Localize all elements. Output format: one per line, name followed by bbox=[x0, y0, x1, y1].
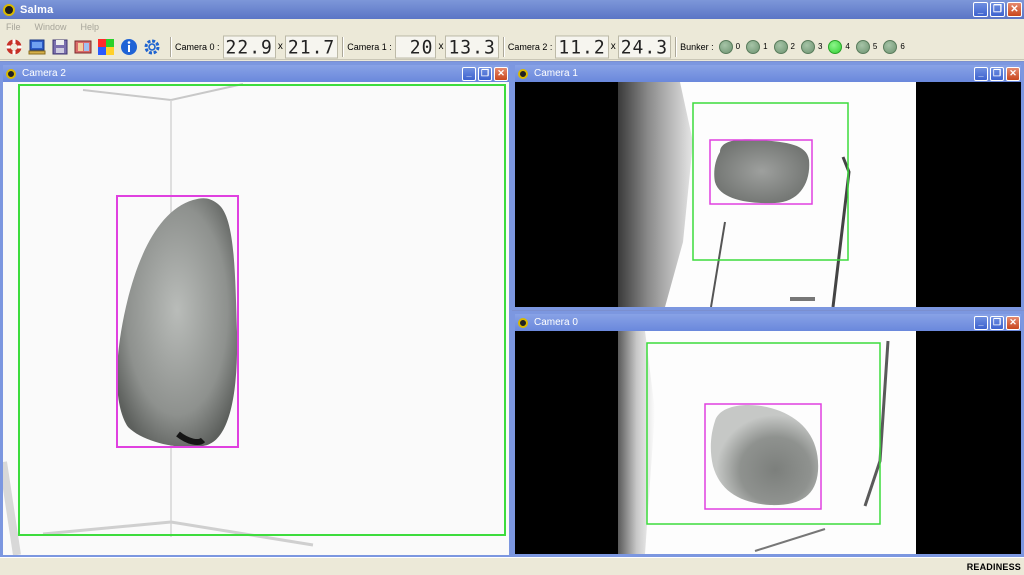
bunker-6-indicator bbox=[883, 39, 898, 54]
bunker-4-label: 4 bbox=[845, 42, 850, 51]
object-blob bbox=[714, 139, 810, 204]
camera2-view[interactable] bbox=[3, 82, 509, 555]
mdi-workspace: Camera 2 _ ❐ ✕ Camera 1 _ ❐ ✕ Camera 0 _… bbox=[0, 61, 1024, 558]
camera2-maximize-button[interactable]: ❐ bbox=[478, 66, 492, 81]
close-button[interactable]: ✕ bbox=[1007, 2, 1022, 17]
camera1-titlebar[interactable]: Camera 1 _ ❐ ✕ bbox=[515, 65, 1021, 82]
camera1-minimize-button[interactable]: _ bbox=[974, 66, 988, 81]
bunker-label: Bunker : bbox=[680, 41, 714, 52]
camera0-titlebar[interactable]: Camera 0 _ ❐ ✕ bbox=[515, 314, 1021, 331]
camera0-window-icon bbox=[518, 317, 528, 328]
camera0-window[interactable]: Camera 0 _ ❐ ✕ bbox=[512, 311, 1024, 557]
menu-window[interactable]: Window bbox=[35, 22, 67, 32]
bunker-5-label: 5 bbox=[872, 42, 878, 51]
save-icon[interactable] bbox=[51, 38, 69, 56]
toolbar-separator bbox=[170, 36, 171, 57]
camera2-titlebar[interactable]: Camera 2 _ ❐ ✕ bbox=[3, 65, 509, 82]
camera0-title: Camera 0 bbox=[534, 317, 578, 328]
camera0-label: Camera 0 : bbox=[175, 41, 220, 52]
bunker-1-label: 1 bbox=[763, 42, 768, 51]
bunker-3-label: 3 bbox=[817, 42, 823, 51]
camera1-window-icon bbox=[518, 68, 528, 79]
camera2-window-icon bbox=[6, 68, 16, 79]
menu-file[interactable]: File bbox=[6, 22, 21, 32]
camera2-height-display: 24.3 bbox=[617, 34, 672, 59]
camera1-title: Camera 1 bbox=[534, 68, 578, 79]
bunker-2-label: 2 bbox=[790, 42, 795, 51]
menu-bar: File Window Help bbox=[0, 19, 1024, 34]
color-palette-icon[interactable] bbox=[97, 38, 115, 56]
status-text: READINESS bbox=[966, 561, 1021, 572]
title-bar[interactable]: Salma _ ❐ ✕ bbox=[0, 0, 1024, 19]
camera0-minimize-button[interactable]: _ bbox=[974, 315, 988, 330]
toolbar-separator bbox=[675, 36, 677, 57]
toolbar-separator bbox=[502, 36, 504, 57]
camera2-minimize-button[interactable]: _ bbox=[462, 66, 476, 81]
camera2-close-button[interactable]: ✕ bbox=[494, 66, 508, 81]
camera1-height-display: 13.3 bbox=[445, 34, 499, 59]
window-title: Salma bbox=[20, 3, 54, 16]
camera1-width-display: 20 bbox=[394, 34, 437, 59]
camera1-maximize-button[interactable]: ❐ bbox=[990, 66, 1004, 81]
camera2-label: Camera 2 : bbox=[507, 41, 553, 52]
status-bar: READINESS bbox=[0, 557, 1024, 575]
minimize-button[interactable]: _ bbox=[973, 2, 988, 17]
camera0-height-display: 21.7 bbox=[284, 34, 339, 59]
restore-button[interactable]: ❐ bbox=[990, 2, 1005, 17]
camera1-view[interactable] bbox=[515, 82, 1021, 307]
app-window: Salma _ ❐ ✕ File Window Help Camera 0: … bbox=[0, 0, 1024, 575]
bunker-0-label: 0 bbox=[735, 42, 741, 51]
camera1-window[interactable]: Camera 1 _ ❐ ✕ bbox=[512, 62, 1024, 310]
camera2-title: Camera 2 bbox=[22, 68, 66, 79]
camera1-x-separator: x bbox=[438, 41, 444, 52]
camera1-label: Camera 1 : bbox=[347, 41, 392, 52]
bunker-2-indicator bbox=[773, 39, 788, 54]
settings-gear-icon[interactable] bbox=[143, 38, 161, 56]
lifebuoy-icon[interactable] bbox=[5, 38, 23, 56]
camera0-width-display: 22.9 bbox=[222, 34, 276, 59]
bunker-6-label: 6 bbox=[900, 42, 905, 51]
bunker-0-indicator bbox=[718, 39, 733, 54]
bunker-3-indicator bbox=[800, 39, 815, 54]
film-icon[interactable] bbox=[74, 38, 92, 56]
bunker-5-indicator bbox=[855, 39, 870, 54]
camera0-close-button[interactable]: ✕ bbox=[1006, 315, 1020, 330]
camera2-x-separator: x bbox=[610, 41, 616, 52]
camera0-maximize-button[interactable]: ❐ bbox=[990, 315, 1004, 330]
monitor-icon[interactable] bbox=[28, 38, 46, 56]
toolbar-separator bbox=[342, 36, 344, 57]
camera0-view[interactable] bbox=[515, 331, 1021, 554]
toolbar: Camera 0 : 22.9 x 21.7 Camera 1 : 20 x 1… bbox=[0, 34, 1024, 60]
camera2-window[interactable]: Camera 2 _ ❐ ✕ bbox=[0, 62, 512, 558]
info-icon[interactable] bbox=[120, 38, 138, 56]
bunker-4-indicator bbox=[828, 39, 843, 54]
camera1-close-button[interactable]: ✕ bbox=[1006, 66, 1020, 81]
camera0-x-separator: x bbox=[277, 41, 283, 52]
bunker-1-indicator bbox=[746, 39, 761, 54]
camera2-width-display: 11.2 bbox=[555, 34, 609, 59]
menu-help[interactable]: Help bbox=[81, 22, 100, 32]
app-logo-icon bbox=[3, 3, 15, 16]
